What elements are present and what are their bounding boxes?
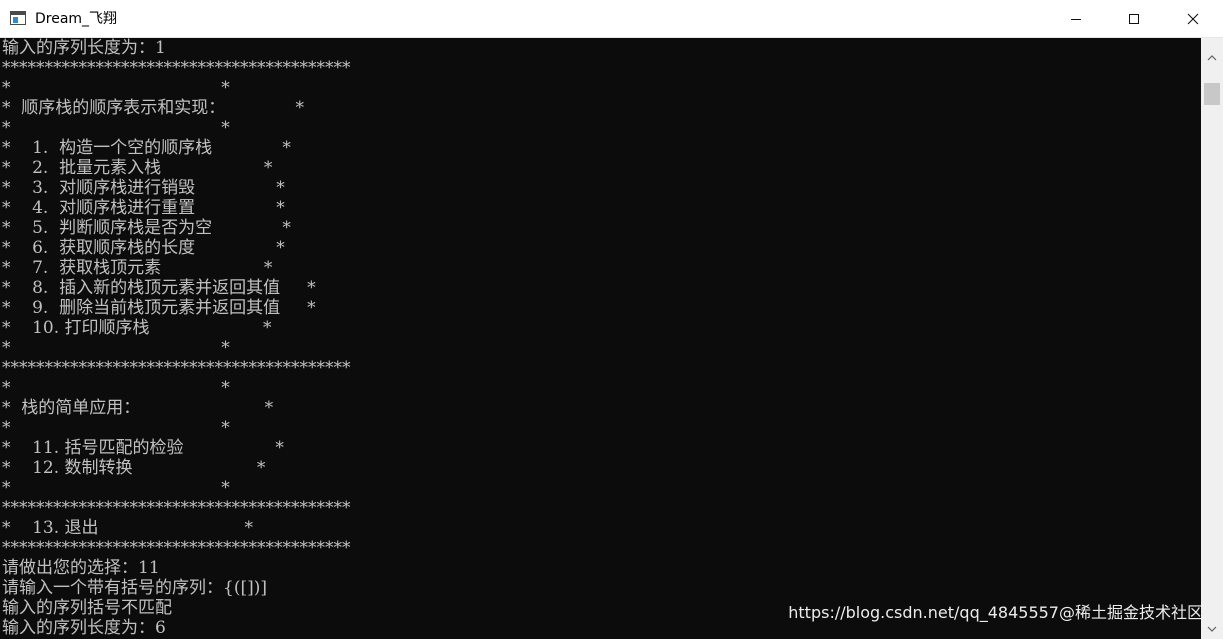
console-line: 输入的序列长度为：6	[2, 618, 166, 638]
scrollbar-thumb[interactable]	[1204, 83, 1220, 105]
close-icon	[1187, 13, 1199, 25]
title-bar: Dream_飞翔	[0, 0, 1223, 38]
watermark: https://blog.csdn.net/qq_4845557@稀土掘金技术社…	[788, 603, 1203, 622]
scroll-down-button[interactable]	[1201, 619, 1223, 639]
chevron-up-icon	[1207, 55, 1217, 61]
console-line: * *	[2, 378, 230, 398]
console-lines: 输入的序列长度为：1 *****************************…	[2, 38, 351, 638]
console-line: * 12. 数制转换 *	[2, 458, 266, 478]
console-window-icon	[10, 11, 26, 25]
console-line: 请输入一个带有括号的序列：{([])]	[2, 578, 267, 598]
console-line: ****************************************…	[2, 498, 351, 518]
console-line: * 6. 获取顺序栈的长度 *	[2, 238, 285, 258]
console-line: * 7. 获取栈顶元素 *	[2, 258, 273, 278]
console-line: * 9. 删除当前栈顶元素并返回其值 *	[2, 298, 316, 318]
console-line: 输入的序列长度为：1	[2, 38, 166, 58]
console-line: * 1. 构造一个空的顺序栈 *	[2, 138, 291, 158]
console-line: * 13. 退出 *	[2, 518, 253, 538]
minimize-button[interactable]	[1047, 0, 1105, 38]
console-line: ****************************************…	[2, 58, 351, 78]
console-line: * 5. 判断顺序栈是否为空 *	[2, 218, 291, 238]
console-line: * 2. 批量元素入栈 *	[2, 158, 273, 178]
minimize-icon	[1071, 19, 1081, 20]
chevron-down-icon	[1207, 626, 1217, 632]
console-line: * 顺序栈的顺序表示和实现： *	[2, 98, 305, 118]
console-line: * *	[2, 118, 230, 138]
maximize-button[interactable]	[1105, 0, 1163, 38]
close-button[interactable]	[1163, 0, 1223, 38]
maximize-icon	[1129, 14, 1139, 24]
console-line: * 8. 插入新的栈顶元素并返回其值 *	[2, 278, 316, 298]
console-line: 输入的序列括号不匹配	[2, 598, 172, 618]
window-title: Dream_飞翔	[35, 11, 118, 27]
console-line: * *	[2, 418, 230, 438]
console-line: ****************************************…	[2, 358, 351, 378]
console-line: * *	[2, 478, 230, 498]
vertical-scrollbar[interactable]	[1201, 38, 1223, 639]
console-line: * *	[2, 338, 230, 358]
console-line: * *	[2, 78, 230, 98]
console-line: * 10. 打印顺序栈 *	[2, 318, 272, 338]
console-output[interactable]: 输入的序列长度为：1 *****************************…	[0, 38, 1201, 639]
console-line: * 3. 对顺序栈进行销毁 *	[2, 178, 285, 198]
console-line: * 4. 对顺序栈进行重置 *	[2, 198, 285, 218]
console-line: * 11. 括号匹配的检验 *	[2, 438, 284, 458]
console-line: * 栈的简单应用： *	[2, 398, 274, 418]
scroll-up-button[interactable]	[1201, 38, 1223, 78]
console-line: ****************************************…	[2, 538, 351, 558]
console-line: 请做出您的选择：11	[2, 558, 160, 578]
